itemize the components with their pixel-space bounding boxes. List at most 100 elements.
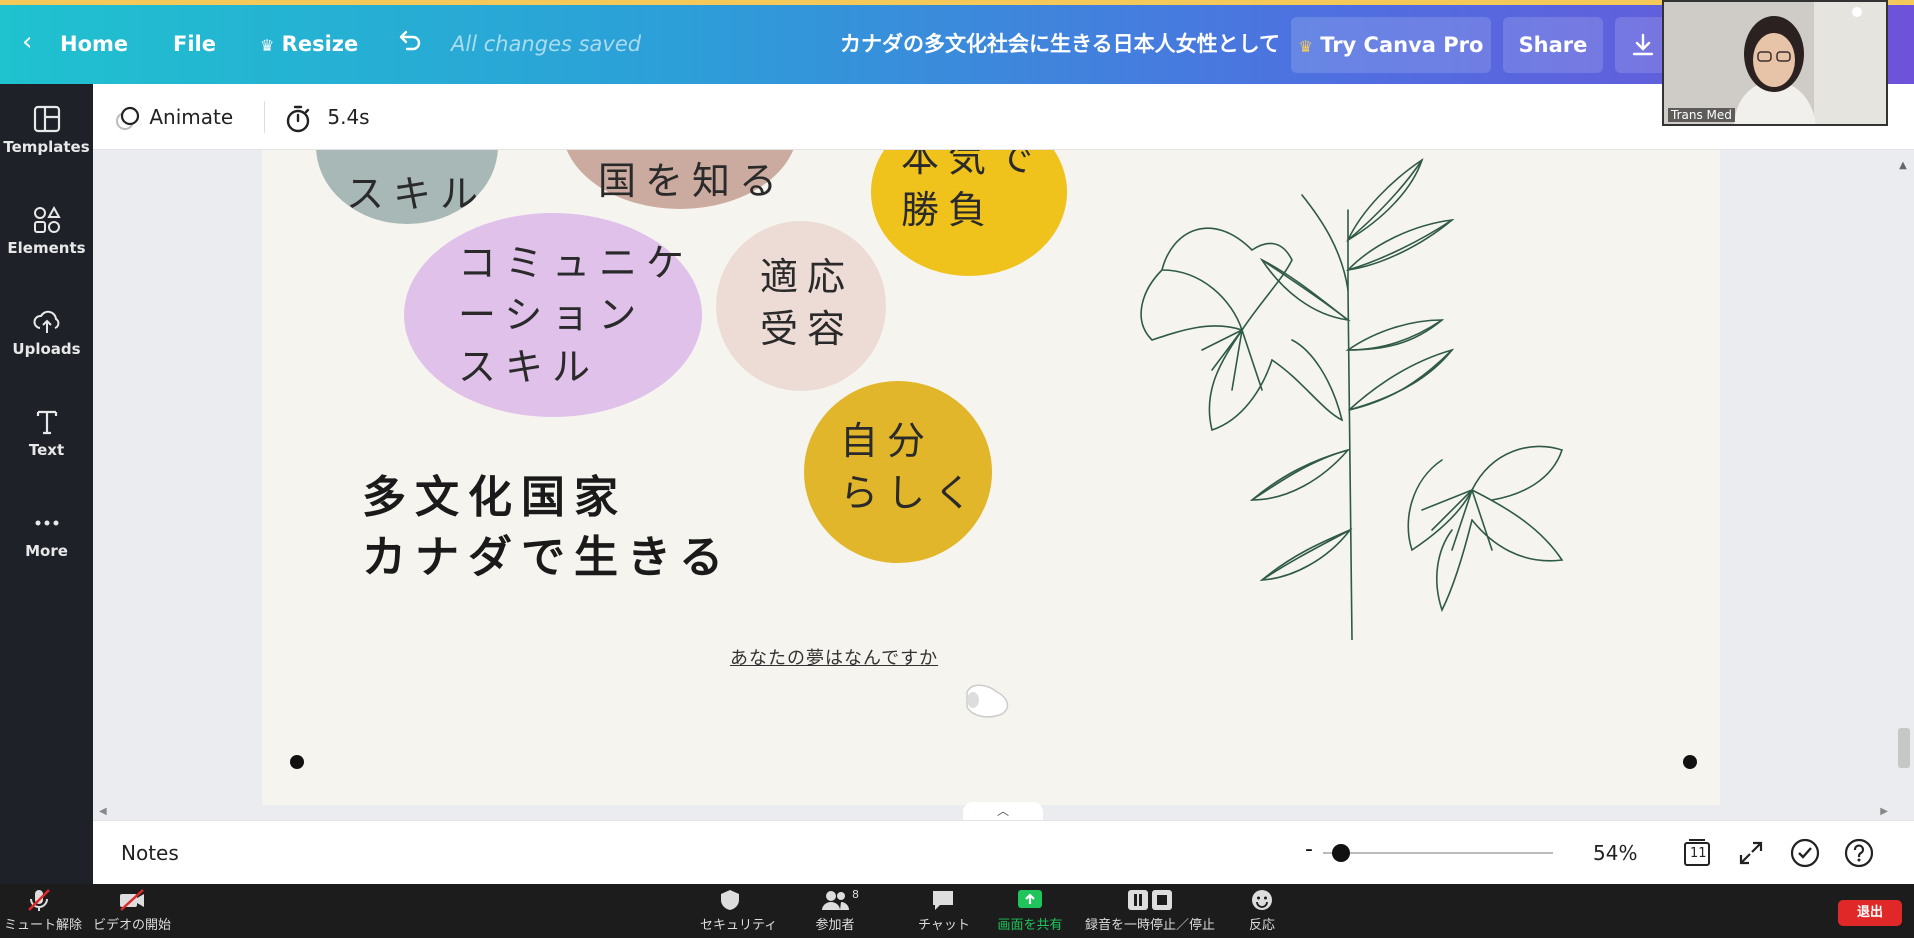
check-circle-icon [1790, 838, 1820, 868]
top-accent-stripe [0, 0, 1914, 5]
resize-label: Resize [281, 32, 359, 56]
sidebar-item-templates[interactable]: Templates [0, 104, 93, 194]
app-window: ‹ Home File ♛ Resize All changes saved カ… [0, 0, 1914, 938]
hand-cursor-icon [966, 684, 1009, 718]
back-chevron-icon[interactable]: ‹ [22, 26, 32, 58]
dream-text-link[interactable]: あなたの夢はなんですか [730, 644, 938, 670]
exit-meeting-button[interactable]: 退出 [1838, 900, 1902, 926]
participants-icon [822, 891, 849, 910]
bubble-be-yourself-text: 自分 らしく [840, 419, 982, 515]
start-video-button[interactable]: ビデオの開始 [92, 888, 172, 933]
mic-muted-icon [28, 889, 50, 911]
fullscreen-icon [1739, 841, 1763, 865]
slide-page[interactable]: スキル 国を知る 本気で 勝負 コミュニケ ーション スキル 適応 受容 自分 … [262, 150, 1720, 805]
zoom-out-icon[interactable]: - [1305, 837, 1313, 862]
share-button[interactable]: Share [1503, 17, 1603, 73]
page-grid-button[interactable]: 11 [1681, 837, 1713, 869]
file-menu-button[interactable]: File [173, 28, 216, 60]
bubble-skill[interactable]: スキル [316, 150, 498, 224]
toolbar-divider [264, 101, 265, 133]
scroll-right-icon[interactable]: ▶ [1880, 806, 1888, 817]
share-screen-label: 画面を共有 [997, 918, 1063, 933]
zoom-percentage[interactable]: 54% [1593, 841, 1637, 865]
zoom-slider-track[interactable] [1323, 852, 1553, 854]
security-button[interactable]: セキュリティ [700, 888, 777, 933]
try-canva-pro-button[interactable]: ♛ Try Canva Pro [1291, 17, 1491, 73]
animate-label: Animate [149, 105, 234, 129]
recording-label: 録音を一時停止／停止 [1085, 918, 1216, 933]
sidebar-item-uploads[interactable]: Uploads [0, 306, 93, 396]
reaction-button[interactable]: 反応 [1244, 888, 1280, 933]
webcam-thumbnail[interactable]: Trans Med [1662, 0, 1888, 126]
reaction-label: 反応 [1248, 918, 1275, 933]
unmute-button[interactable]: ミュート解除 [4, 888, 82, 933]
vertical-scrollbar[interactable]: ▲ [1896, 160, 1910, 800]
save-status: All changes saved [451, 32, 642, 56]
lily-illustration[interactable] [1112, 150, 1632, 640]
scrollbar-thumb[interactable] [1898, 728, 1910, 768]
animate-button[interactable]: Animate [113, 100, 233, 134]
selection-handle-right[interactable] [1683, 755, 1697, 769]
duration-label: 5.4s [327, 105, 370, 129]
crown-icon: ♛ [1298, 37, 1313, 56]
share-screen-button[interactable]: 画面を共有 [995, 888, 1065, 933]
start-video-label: ビデオの開始 [92, 918, 171, 933]
sidebar-item-elements[interactable]: Elements [0, 205, 93, 295]
top-bar: ‹ Home File ♛ Resize All changes saved カ… [0, 0, 1914, 84]
crown-icon: ♛ [260, 36, 275, 55]
participants-label: 参加者 [815, 918, 855, 933]
sidebar-item-text[interactable]: Text [0, 407, 93, 497]
expand-notes-chevron-icon[interactable]: ︿ [963, 802, 1043, 820]
sidebar-label-more: More [25, 542, 68, 560]
security-label: セキュリティ [700, 918, 778, 933]
stopwatch-icon [286, 105, 310, 132]
meeting-controls-bar: ミュート解除 ビデオの開始 セキュリティ 参加者 8 チャット 画面を共有 録音… [0, 884, 1914, 938]
canvas-area[interactable]: スキル 国を知る 本気で 勝負 コミュニケ ーション スキル 適応 受容 自分 … [93, 150, 1914, 820]
document-title[interactable]: カナダの多文化社会に生きる日本人女性として [840, 28, 1280, 60]
more-icon [35, 520, 58, 526]
chat-button[interactable]: チャット [918, 888, 970, 933]
download-icon [1632, 33, 1654, 56]
undo-icon[interactable] [395, 26, 423, 58]
elements-icon [33, 205, 61, 233]
fullscreen-button[interactable] [1735, 837, 1767, 869]
sidebar-label-uploads: Uploads [12, 340, 81, 358]
page-count: 11 [1690, 846, 1707, 861]
sidebar-label-elements: Elements [7, 239, 86, 257]
webcam-participant-name: Trans Med [1668, 108, 1735, 122]
bubble-know-country-text: 国を知る [598, 159, 787, 203]
bubble-skill-text: スキル [346, 172, 488, 216]
bubble-adapt-accept[interactable]: 適応 受容 [716, 221, 886, 391]
chat-icon [933, 891, 953, 910]
sidebar-label-text: Text [28, 441, 65, 459]
resize-button[interactable]: ♛ Resize [260, 28, 358, 60]
left-sidebar: Templates Elements Uploads Text More [0, 84, 93, 884]
selection-handle-left[interactable] [290, 755, 304, 769]
zoom-slider-knob[interactable] [1332, 844, 1351, 862]
bubble-serious-text: 本気で 勝負 [901, 150, 1043, 232]
bubble-serious[interactable]: 本気で 勝負 [871, 150, 1067, 276]
home-button[interactable]: Home [60, 28, 128, 60]
scroll-left-icon[interactable]: ◀ [99, 806, 107, 817]
bubble-know-country[interactable]: 国を知る [562, 150, 798, 209]
shield-icon [721, 890, 739, 910]
participants-button[interactable]: 参加者 8 [810, 888, 860, 933]
notes-button[interactable]: Notes [121, 841, 179, 865]
timing-button[interactable]: 5.4s [283, 100, 370, 134]
try-pro-label: Try Canva Pro [1320, 33, 1484, 57]
check-button[interactable] [1789, 837, 1821, 869]
scroll-up-icon[interactable]: ▲ [1896, 160, 1910, 171]
bubble-be-yourself[interactable]: 自分 らしく [804, 381, 992, 563]
templates-icon [33, 105, 60, 133]
bubble-communication-text: コミュニケ ーション スキル [458, 241, 694, 389]
sidebar-label-templates: Templates [3, 138, 90, 156]
sidebar-item-more[interactable]: More [0, 508, 93, 598]
help-button[interactable] [1843, 837, 1875, 869]
animate-icon [116, 106, 140, 130]
participants-count: 8 [852, 888, 859, 901]
bubble-adapt-accept-text: 適応 受容 [760, 255, 855, 351]
bubble-communication[interactable]: コミュニケ ーション スキル [404, 213, 702, 417]
text-icon [36, 410, 57, 435]
slide-heading[interactable]: 多文化国家 カナダで生きる [362, 468, 732, 588]
recording-button[interactable]: 録音を一時停止／停止 [1085, 888, 1215, 933]
